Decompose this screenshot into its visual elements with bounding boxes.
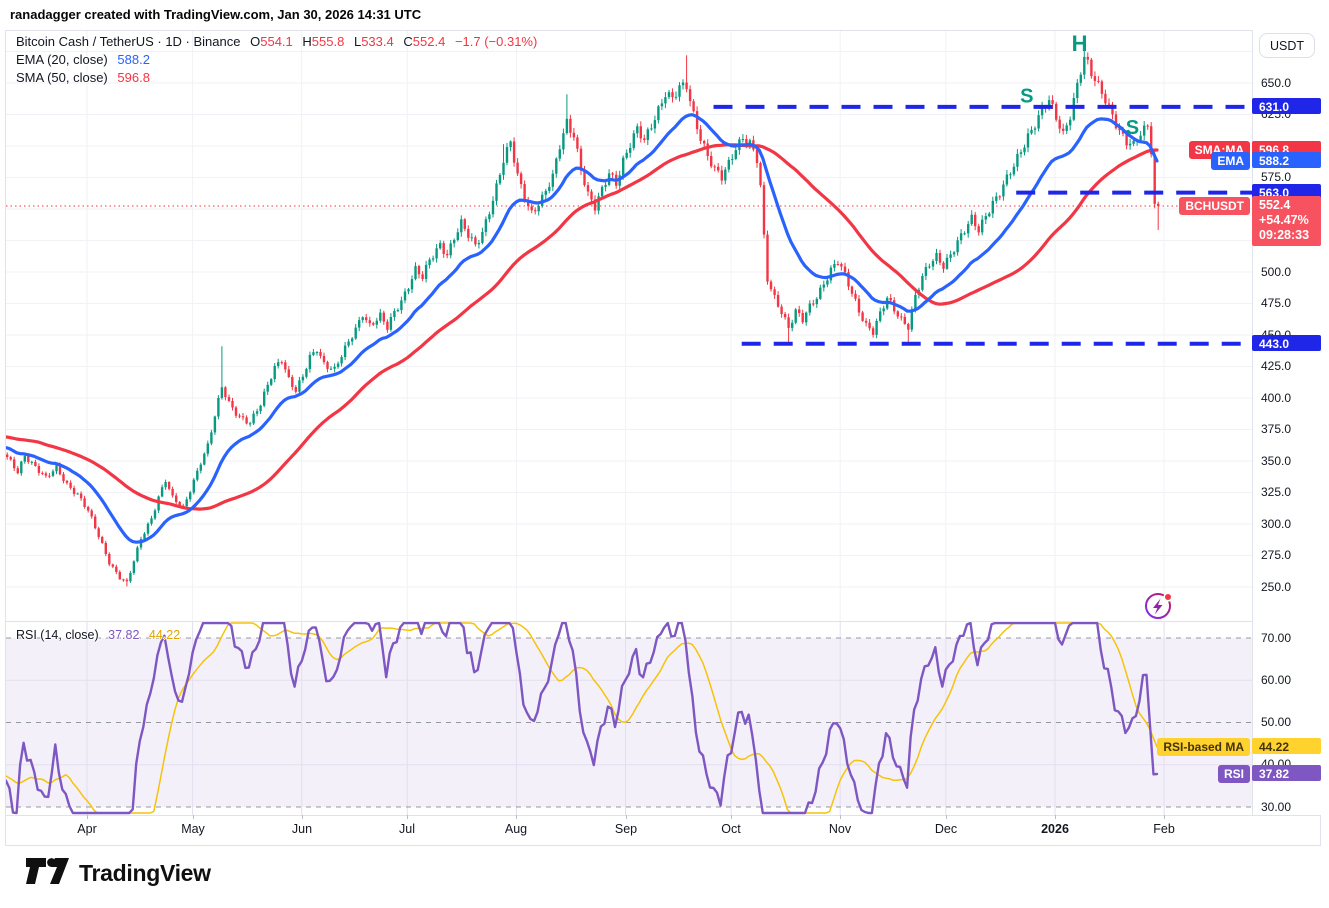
time-label-Jun[interactable]: Jun [292,822,312,836]
rsi-value-label[interactable]: 37.82 [1252,765,1321,781]
time-tick-Jun [302,815,303,819]
pattern-letter-S: S [1126,117,1139,139]
rsi-label-pill[interactable]: RSI [1218,765,1250,783]
time-tick-Aug [516,815,517,819]
time-tick-May [193,815,194,819]
time-tick-Dec [946,815,947,819]
pattern-letter-S: S [1020,86,1033,108]
rsi-ma-label-pill[interactable]: RSI-based MA [1157,738,1250,756]
price-tick-325: 325.0 [1261,485,1291,499]
tradingview-logo-text: TradingView [79,860,211,887]
sma-legend-row[interactable]: SMA (50, close) 596.8 [16,69,537,87]
time-tick-Feb [1164,815,1165,819]
price-tick-575: 575.0 [1261,170,1291,184]
rsi-legend[interactable]: RSI (14, close) 37.82 44.22 [16,626,180,644]
time-tick-Sep [626,815,627,819]
ema-value-label[interactable]: 588.2 [1252,152,1321,168]
price-tick-350: 350.0 [1261,454,1291,468]
symbol-legend-row[interactable]: Bitcoin Cash / TetherUS · 1D · Binance O… [16,33,537,51]
high-letter: H [302,34,311,49]
time-label-Aug[interactable]: Aug [505,822,527,836]
rsi-legend-row[interactable]: RSI (14, close) 37.82 44.22 [16,626,180,644]
frame-left-border [5,30,6,845]
time-label-Apr[interactable]: Apr [77,822,96,836]
price-tick-475: 475.0 [1261,296,1291,310]
ema-label-pill[interactable]: EMA [1211,152,1250,170]
last-price-label[interactable]: 552.4+54.47%09:28:33 [1252,196,1321,246]
ema-value: 588.2 [117,52,150,67]
close-value: 552.4 [413,34,446,49]
price-tick-275: 275.0 [1261,548,1291,562]
ema-legend-row[interactable]: EMA (20, close) 588.2 [16,51,537,69]
rsi-tick-30: 30.00 [1261,800,1291,814]
time-label-Feb[interactable]: Feb [1153,822,1175,836]
symbol-label-pill[interactable]: BCHUSDT [1179,197,1250,215]
pane-divider[interactable] [5,621,1321,622]
time-tick-Apr [87,815,88,819]
price-tick-500: 500.0 [1261,265,1291,279]
time-label-Jul[interactable]: Jul [399,822,415,836]
rsi-label[interactable]: RSI (14, close) [16,628,99,642]
low-value: 533.4 [361,34,394,49]
open-value: 554.1 [260,34,293,49]
symbol-title[interactable]: Bitcoin Cash / TetherUS · 1D · Binance [16,34,240,49]
tradingview-logo-icon [24,856,70,891]
level-price-label-631[interactable]: 631.0 [1252,98,1321,114]
time-tick-Oct [731,815,732,819]
ema-label[interactable]: EMA (20, close) [16,52,108,67]
sma-label[interactable]: SMA (50, close) [16,70,108,85]
rsi-ma-value: 44.22 [149,628,180,642]
price-tick-650: 650.0 [1261,76,1291,90]
price-tick-375: 375.0 [1261,422,1291,436]
rsi-pane[interactable] [6,621,1252,815]
pattern-letter-H: H [1072,31,1088,56]
time-label-May[interactable]: May [181,822,205,836]
rsi-value: 37.82 [108,628,139,642]
time-tick-Jul [407,815,408,819]
time-label-Oct[interactable]: Oct [721,822,740,836]
frame-bottom-border [5,845,1321,846]
rsi-tick-50: 50.00 [1261,715,1291,729]
tradingview-logo[interactable]: TradingView [24,856,211,891]
time-label-2026[interactable]: 2026 [1041,822,1069,836]
rsi-tick-70: 70.00 [1261,631,1291,645]
price-tick-250: 250.0 [1261,580,1291,594]
currency-button[interactable]: USDT [1259,33,1315,58]
sma-value: 596.8 [117,70,150,85]
time-label-Dec[interactable]: Dec [935,822,957,836]
bar-countdown: 09:28:33 [1259,228,1321,243]
time-tick-2026 [1055,815,1056,819]
time-label-Nov[interactable]: Nov [829,822,851,836]
frame-top-border [5,30,1321,31]
price-tick-300: 300.0 [1261,517,1291,531]
price-tick-425: 425.0 [1261,359,1291,373]
price-tick-400: 400.0 [1261,391,1291,405]
level-price-label-443[interactable]: 443.0 [1252,335,1321,351]
tradingview-chart-screenshot: ranadagger created with TradingView.com,… [0,0,1329,908]
main-price-pane[interactable]: S H S [6,30,1252,621]
change-percent: +54.47% [1259,213,1321,228]
price-value: 552.4 [1259,198,1321,213]
rsi-tick-60: 60.00 [1261,673,1291,687]
attribution-text: ranadagger created with TradingView.com,… [10,7,421,22]
flash-boost-icon[interactable] [1141,589,1175,623]
rsi-ma-value-label[interactable]: 44.22 [1252,738,1321,754]
change-value: −1.7 (−0.31%) [455,34,537,49]
time-axis-border [5,815,1321,816]
high-value: 555.8 [312,34,345,49]
time-tick-Nov [840,815,841,819]
time-label-Sep[interactable]: Sep [615,822,637,836]
main-legend[interactable]: Bitcoin Cash / TetherUS · 1D · Binance O… [16,33,537,87]
close-letter: C [403,34,412,49]
open-letter: O [250,34,260,49]
